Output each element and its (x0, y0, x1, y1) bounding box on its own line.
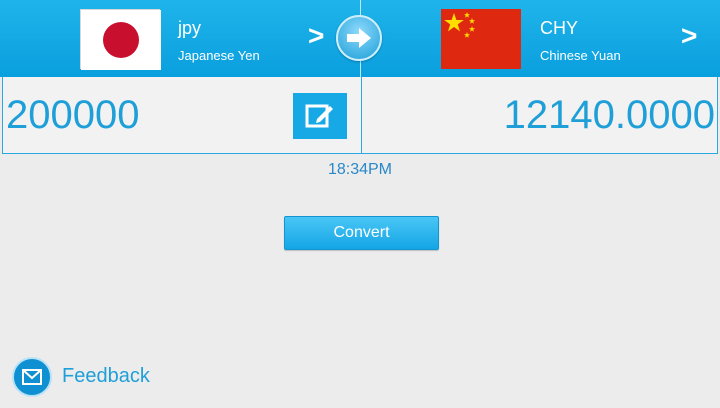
to-currency-code: CHY (540, 18, 579, 38)
edit-amount-button[interactable] (293, 93, 347, 139)
mail-icon (12, 357, 52, 397)
to-currency-selector[interactable]: CHY Chinese Yuan > (360, 0, 720, 77)
to-currency-name: Chinese Yuan (540, 48, 621, 63)
from-currency-selector[interactable]: jpy Japanese Yen > (0, 0, 360, 77)
feedback-link[interactable]: Feedback (12, 357, 172, 397)
from-currency-name: Japanese Yen (178, 48, 260, 63)
currency-header: jpy Japanese Yen > CHY Chinese Yuan > (0, 0, 720, 77)
chevron-right-icon: > (681, 20, 698, 51)
japan-flag-icon (80, 9, 161, 70)
chevron-right-icon: > (308, 20, 325, 51)
feedback-label: Feedback (62, 365, 150, 387)
edit-icon (305, 104, 333, 128)
convert-button[interactable]: Convert (284, 216, 439, 250)
arrow-right-icon (347, 28, 371, 48)
amount-input[interactable]: 200000 (6, 93, 286, 141)
swap-currencies-button[interactable] (336, 15, 382, 61)
amount-divider (361, 77, 362, 153)
last-updated-time: 18:34PM (327, 161, 393, 178)
amounts-panel: 200000 12140.0000 (2, 77, 718, 154)
china-flag-icon (441, 9, 521, 69)
converted-amount: 12140.0000 (503, 93, 715, 137)
from-currency-code: jpy (178, 18, 202, 38)
